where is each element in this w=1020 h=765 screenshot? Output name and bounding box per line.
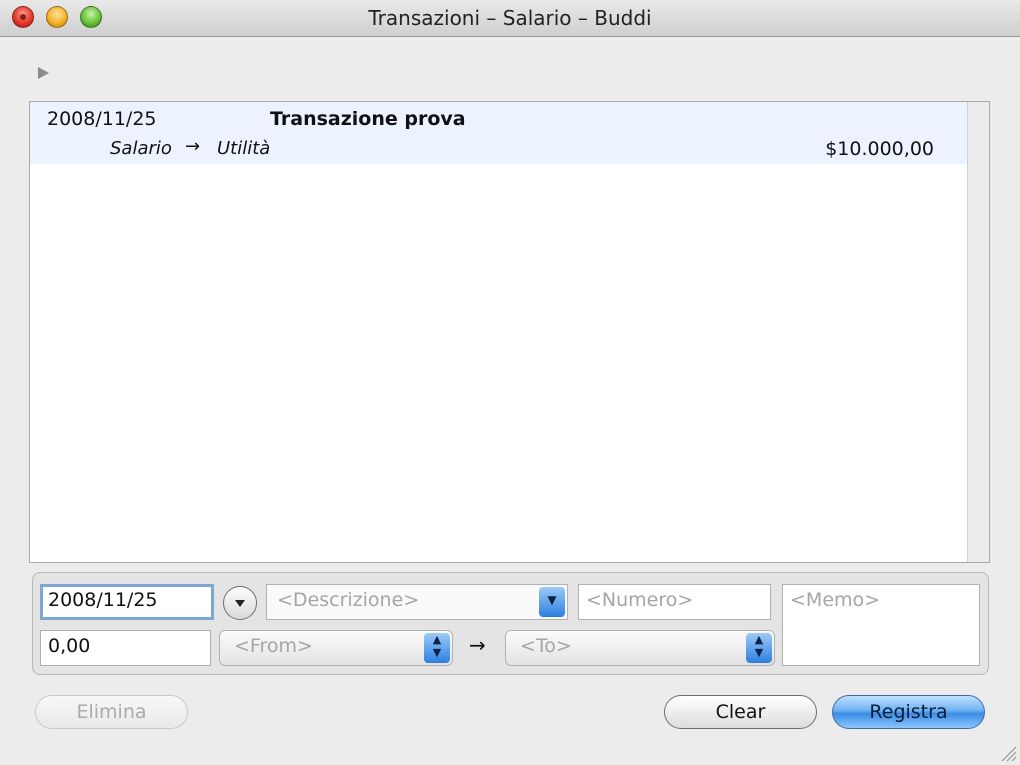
- from-account-select[interactable]: <From> ▲ ▼: [219, 630, 453, 666]
- dropdown-arrow-icon[interactable]: ▼: [539, 587, 565, 617]
- description-placeholder: <Descrizione>: [277, 589, 420, 611]
- date-picker-button[interactable]: [223, 586, 257, 620]
- transaction-amount: $10.000,00: [825, 138, 934, 160]
- date-field[interactable]: 2008/11/25: [40, 584, 214, 620]
- transaction-date: 2008/11/25: [47, 108, 157, 130]
- up-down-arrows-icon: ▲ ▼: [424, 633, 450, 663]
- transaction-description: Transazione prova: [270, 108, 466, 130]
- record-button[interactable]: Registra: [832, 695, 985, 729]
- description-combo[interactable]: <Descrizione> ▼: [266, 584, 568, 620]
- up-down-arrows-icon: ▲ ▼: [746, 633, 772, 663]
- chevron-down-icon: [235, 600, 245, 607]
- table-row[interactable]: 2008/11/25 Transazione prova Salario → U…: [30, 102, 967, 164]
- transaction-from-account: Salario: [110, 138, 172, 159]
- number-field[interactable]: <Numero>: [578, 584, 771, 620]
- memo-field[interactable]: <Memo>: [782, 584, 980, 666]
- title-bar: Transazioni – Salario – Buddi: [0, 0, 1020, 37]
- arrow-right-icon: →: [469, 633, 486, 657]
- app-window: Transazioni – Salario – Buddi 2008/11/25…: [0, 0, 1020, 765]
- transaction-to-account: Utilità: [217, 138, 271, 159]
- from-placeholder: <From>: [234, 635, 313, 657]
- transaction-list: 2008/11/25 Transazione prova Salario → U…: [29, 101, 990, 563]
- to-placeholder: <To>: [520, 635, 572, 657]
- delete-button[interactable]: Elimina: [35, 695, 188, 729]
- disclosure-triangle-icon[interactable]: [38, 67, 49, 79]
- to-account-select[interactable]: <To> ▲ ▼: [505, 630, 775, 666]
- vertical-scrollbar[interactable]: [967, 102, 989, 562]
- clear-button[interactable]: Clear: [664, 695, 817, 729]
- arrow-right-icon: →: [185, 136, 201, 157]
- window-title: Transazioni – Salario – Buddi: [368, 6, 652, 30]
- resize-grip-icon[interactable]: [999, 744, 1017, 762]
- amount-field[interactable]: 0,00: [40, 630, 211, 666]
